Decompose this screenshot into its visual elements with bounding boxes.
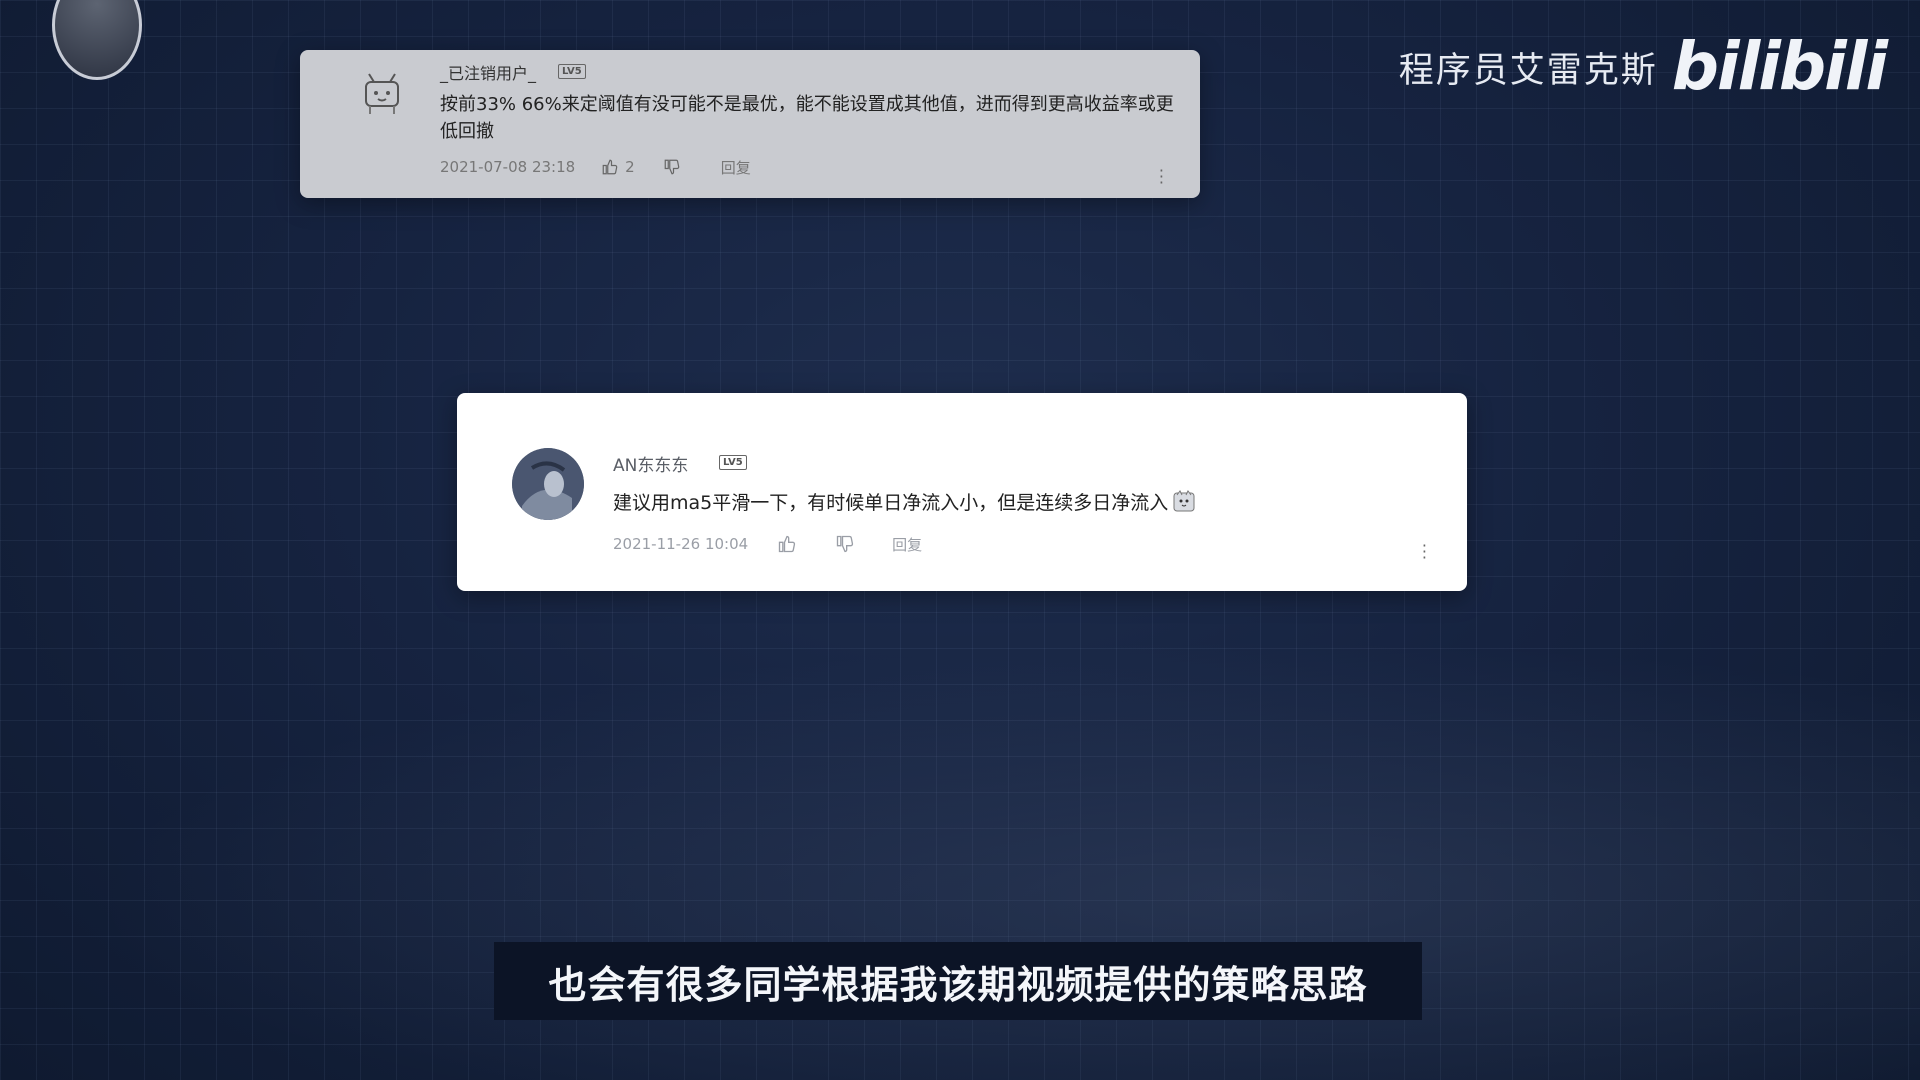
bilibili-logo: bilibili: [1671, 28, 1888, 105]
comment-text: 按前33% 66%来定阈值有没可能不是最优，能不能设置成其他值，进而得到更高收益…: [440, 94, 1174, 142]
more-options-icon[interactable]: · · ·: [1159, 163, 1164, 191]
comment-text-body: 建议用ma5平滑一下，有时候单日净流入小，但是连续多日净流入: [613, 492, 1169, 514]
comment-text: 建议用ma5平滑一下，有时候单日净流入小，但是连续多日净流入: [613, 489, 1413, 517]
video-subtitle: 也会有很多同学根据我该期视频提供的策略思路: [494, 942, 1422, 1020]
thumbs-up-icon[interactable]: [599, 156, 621, 178]
comment-card-2: AN东东东 LV5 建议用ma5平滑一下，有时候单日净流入小，但是连续多日净流入…: [457, 393, 1467, 591]
thumbs-up-icon[interactable]: [776, 533, 798, 555]
commenter-username[interactable]: AN东东东: [613, 451, 688, 476]
channel-name: 程序员艾雷克斯: [1398, 50, 1658, 91]
commenter-avatar[interactable]: [352, 62, 412, 122]
comment-meta: 2021-11-26 10:04 回复: [613, 533, 922, 555]
thumbs-down-icon[interactable]: [661, 156, 683, 178]
more-options-icon[interactable]: · · ·: [1422, 538, 1427, 566]
reply-button[interactable]: 回复: [892, 534, 922, 555]
reply-button[interactable]: 回复: [721, 157, 751, 178]
cat-emoji-icon: [1172, 489, 1196, 513]
comment-meta: 2021-07-08 23:18 2 回复: [440, 156, 751, 178]
like-count: 2: [625, 158, 635, 176]
user-photo-avatar-icon: [512, 448, 584, 520]
thumbs-down-icon[interactable]: [834, 533, 856, 555]
comment-card-1: _已注销用户_ LV5 按前33% 66%来定阈值有没可能不是最优，能不能设置成…: [300, 50, 1200, 198]
tv-mascot-avatar-icon: [365, 73, 399, 114]
user-level-badge: LV5: [719, 455, 747, 470]
commenter-username[interactable]: _已注销用户_: [440, 60, 536, 84]
commenter-avatar[interactable]: [512, 448, 584, 520]
channel-brand: 程序员艾雷克斯 bilibili: [1398, 28, 1888, 105]
comment-date: 2021-07-08 23:18: [440, 158, 576, 176]
user-level-badge: LV5: [558, 64, 586, 79]
comment-date: 2021-11-26 10:04: [613, 535, 749, 553]
